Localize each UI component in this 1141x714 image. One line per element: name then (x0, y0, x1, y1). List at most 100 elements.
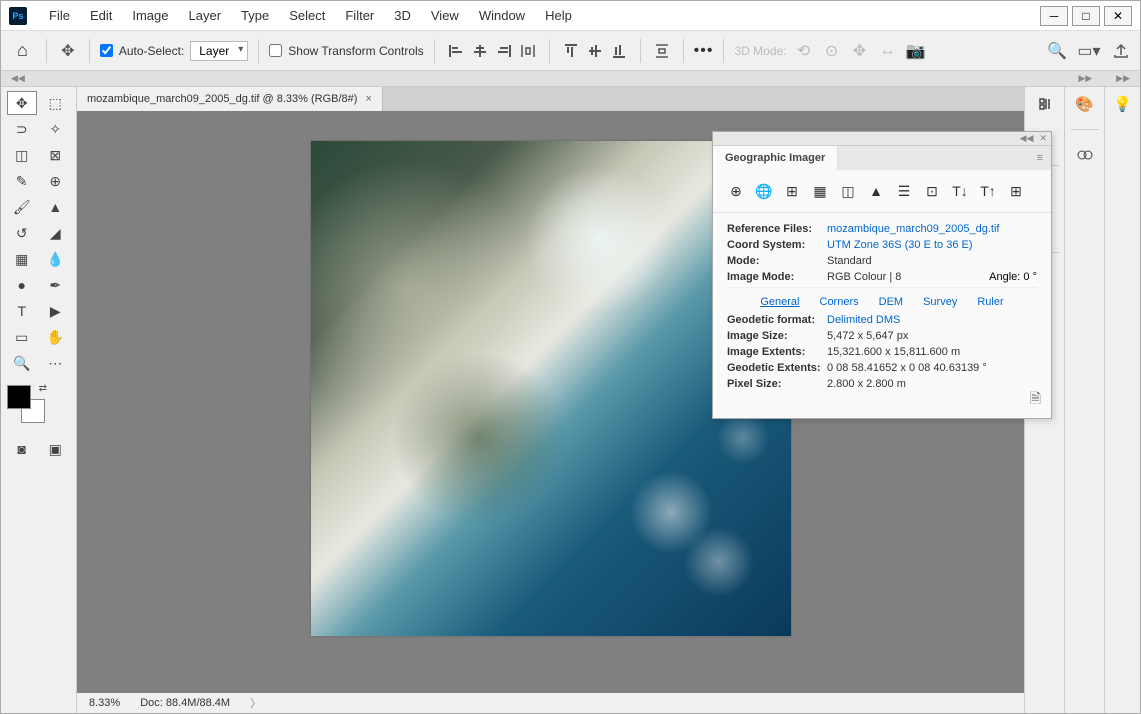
wand-tool[interactable]: ✧ (41, 117, 71, 141)
move-tool[interactable]: ✥ (7, 91, 37, 115)
brush-tool[interactable]: 🖌 (7, 195, 37, 219)
menu-layer[interactable]: Layer (179, 8, 232, 23)
geo-subtabs: General Corners DEM Survey Ruler (727, 287, 1037, 314)
collapse-right-icon-2[interactable]: ▶▶ (1116, 73, 1130, 84)
crop-tool[interactable]: ◫ (7, 143, 37, 167)
document-tab[interactable]: mozambique_march09_2005_dg.tif @ 8.33% (… (77, 87, 383, 111)
home-icon[interactable]: ⌂ (9, 40, 36, 61)
subtab-general[interactable]: General (760, 296, 799, 308)
color-icon[interactable]: 🎨 (1074, 93, 1096, 115)
geo-panel-menu-icon[interactable]: ≡ (1029, 146, 1051, 170)
auto-select-input[interactable] (100, 44, 113, 57)
align-bottom-icon[interactable] (608, 40, 630, 62)
foreground-color[interactable] (7, 385, 31, 409)
color-swatch[interactable]: ⇄ (7, 385, 45, 423)
geo-tab-main[interactable]: Geographic Imager (713, 146, 838, 170)
collapse-left-icon[interactable]: ◀◀ (11, 73, 25, 84)
align-center-h-icon[interactable] (469, 40, 491, 62)
distribute-v-icon[interactable] (651, 40, 673, 62)
pen-tool[interactable]: ✒ (41, 273, 71, 297)
close-tab-icon[interactable]: × (365, 93, 371, 105)
geo-crop-icon[interactable]: ◫ (837, 180, 859, 202)
ref-files-value[interactable]: mozambique_march09_2005_dg.tif (827, 223, 999, 235)
menu-view[interactable]: View (421, 8, 469, 23)
zoom-tool[interactable]: 🔍 (7, 351, 37, 375)
path-select-tool[interactable]: ▶ (41, 299, 71, 323)
more-options-icon[interactable]: ••• (694, 42, 714, 60)
menu-type[interactable]: Type (231, 8, 279, 23)
geo-grid-icon[interactable]: ⊞ (781, 180, 803, 202)
menu-image[interactable]: Image (122, 8, 178, 23)
shape-tool[interactable]: ▭ (7, 325, 37, 349)
minimize-button[interactable]: ─ (1040, 6, 1068, 26)
quickmask-tool[interactable]: ◙ (7, 437, 37, 461)
doc-size[interactable]: Doc: 88.4M/88.4M (140, 697, 230, 709)
show-transform-input[interactable] (269, 44, 282, 57)
menu-window[interactable]: Window (469, 8, 535, 23)
cc-icon[interactable] (1074, 144, 1096, 166)
layer-select[interactable]: Layer (190, 41, 248, 61)
frame-tool[interactable]: ⊠ (41, 143, 71, 167)
status-arrow-icon[interactable]: 〉 (250, 695, 261, 711)
maximize-button[interactable]: □ (1072, 6, 1100, 26)
subtab-corners[interactable]: Corners (820, 296, 859, 308)
search-icon[interactable]: 🔍 (1046, 40, 1068, 62)
geo-export-icon[interactable]: T↑ (977, 180, 999, 202)
geodetic-format-value[interactable]: Delimited DMS (827, 314, 900, 326)
marquee-tool[interactable]: ⬚ (41, 91, 71, 115)
blur-tool[interactable]: 💧 (41, 247, 71, 271)
geo-mosaic-icon[interactable]: ⊡ (921, 180, 943, 202)
coord-value[interactable]: UTM Zone 36S (30 E to 36 E) (827, 239, 973, 251)
gradient-tool[interactable]: ▦ (7, 247, 37, 271)
swap-colors-icon[interactable]: ⇄ (39, 383, 47, 394)
eyedropper-tool[interactable]: ✎ (7, 169, 37, 193)
auto-select-checkbox[interactable]: Auto-Select: (100, 44, 184, 58)
align-middle-icon[interactable] (584, 40, 606, 62)
screen-mode-tool[interactable]: ▣ (41, 437, 71, 461)
menu-filter[interactable]: Filter (335, 8, 384, 23)
geo-add-icon[interactable]: ⊞ (1005, 180, 1027, 202)
subtab-ruler[interactable]: Ruler (977, 296, 1003, 308)
zoom-level[interactable]: 8.33% (89, 697, 120, 709)
subtab-survey[interactable]: Survey (923, 296, 957, 308)
geo-import-icon[interactable]: T↓ (949, 180, 971, 202)
learn-icon[interactable]: 💡 (1112, 93, 1134, 115)
auto-select-label: Auto-Select: (119, 44, 184, 58)
subtab-dem[interactable]: DEM (879, 296, 903, 308)
heal-tool[interactable]: ⊕ (41, 169, 71, 193)
move-tool-icon[interactable]: ✥ (57, 40, 79, 62)
geo-tile-icon[interactable]: ▦ (809, 180, 831, 202)
align-top-icon[interactable] (560, 40, 582, 62)
edit-toolbar[interactable]: ⋯ (41, 351, 71, 375)
align-right-icon[interactable] (493, 40, 515, 62)
collapse-right-icon-1[interactable]: ▶▶ (1078, 73, 1092, 84)
menu-edit[interactable]: Edit (80, 8, 122, 23)
geo-globe-icon[interactable]: 🌐 (753, 180, 775, 202)
menu-3d[interactable]: 3D (384, 8, 421, 23)
close-button[interactable]: ✕ (1104, 6, 1132, 26)
geo-close-icon[interactable]: ✕ (1039, 133, 1047, 144)
geo-table-icon[interactable]: ☰ (893, 180, 915, 202)
dodge-tool[interactable]: ● (7, 273, 37, 297)
menu-help[interactable]: Help (535, 8, 582, 23)
geo-page-icon[interactable]: 🗎 (1030, 388, 1041, 412)
arrange-icon[interactable]: ▭▾ (1078, 40, 1100, 62)
distribute-h-icon[interactable] (517, 40, 539, 62)
lasso-tool[interactable]: ⊃ (7, 117, 37, 141)
geo-collapse-icon[interactable]: ◀◀ (1020, 133, 1034, 144)
stamp-tool[interactable]: ▲ (41, 195, 71, 219)
geo-terrain-icon[interactable]: ▲ (865, 180, 887, 202)
eraser-tool[interactable]: ◢ (41, 221, 71, 245)
geo-georef-icon[interactable]: ⊕ (725, 180, 747, 202)
menu-select[interactable]: Select (279, 8, 335, 23)
text-tool[interactable]: T (7, 299, 37, 323)
show-transform-checkbox[interactable]: Show Transform Controls (269, 44, 423, 58)
menu-file[interactable]: File (39, 8, 80, 23)
share-icon[interactable] (1110, 40, 1132, 62)
geo-panel-header[interactable]: ◀◀ ✕ (713, 132, 1051, 146)
hand-tool[interactable]: ✋ (41, 325, 71, 349)
history-brush-tool[interactable]: ↺ (7, 221, 37, 245)
align-left-icon[interactable] (445, 40, 467, 62)
properties-icon[interactable] (1034, 93, 1056, 115)
geographic-imager-panel[interactable]: ◀◀ ✕ Geographic Imager ≡ ⊕ 🌐 ⊞ ▦ ◫ ▲ ☰ ⊡… (712, 131, 1052, 419)
